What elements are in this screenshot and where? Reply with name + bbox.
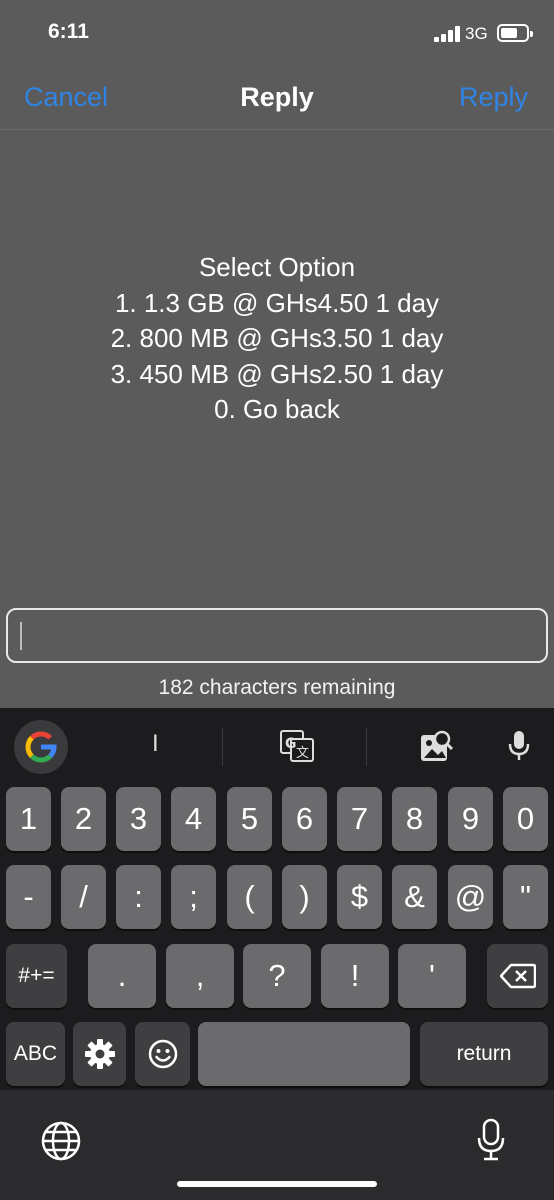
- key-6[interactable]: 6: [282, 787, 327, 851]
- translate-button[interactable]: G 文: [280, 730, 314, 767]
- mic-icon: [508, 731, 530, 760]
- key-dollar[interactable]: $: [337, 865, 382, 929]
- mic-icon: [477, 1118, 505, 1161]
- message-line: 3. 450 MB @ GHs2.50 1 day: [110, 358, 444, 389]
- key-period[interactable]: .: [88, 944, 156, 1008]
- toolbar-divider: [222, 728, 223, 766]
- status-time: 6:11: [48, 20, 89, 43]
- google-button[interactable]: [14, 720, 68, 774]
- translate-icon: G 文: [280, 730, 314, 762]
- key-semicolon[interactable]: ;: [171, 865, 216, 929]
- key-at[interactable]: @: [448, 865, 493, 929]
- signal-icon: [434, 26, 460, 42]
- message-line: 1. 1.3 GB @ GHs4.50 1 day: [114, 287, 440, 318]
- key-apostrophe[interactable]: ': [398, 944, 466, 1008]
- key-0[interactable]: 0: [503, 787, 548, 851]
- key-8[interactable]: 8: [392, 787, 437, 851]
- key-exclamation[interactable]: !: [321, 944, 389, 1008]
- key-question[interactable]: ?: [243, 944, 311, 1008]
- key-comma[interactable]: ,: [166, 944, 234, 1008]
- key-5[interactable]: 5: [227, 787, 272, 851]
- dictation-button[interactable]: [476, 1118, 506, 1167]
- key-open-paren[interactable]: (: [227, 865, 272, 929]
- globe-button[interactable]: [40, 1120, 82, 1167]
- key-close-paren[interactable]: ): [282, 865, 327, 929]
- space-key[interactable]: [198, 1022, 410, 1086]
- globe-icon: [41, 1121, 81, 1161]
- key-hyphen[interactable]: -: [6, 865, 51, 929]
- message-line: Select Option: [198, 252, 356, 282]
- message-line: 0. Go back: [214, 394, 340, 424]
- svg-text:G: G: [285, 736, 297, 752]
- google-icon: [25, 731, 57, 763]
- key-ampersand[interactable]: &: [392, 865, 437, 929]
- svg-text:文: 文: [296, 746, 309, 761]
- gear-icon: [84, 1039, 115, 1069]
- home-indicator[interactable]: [177, 1181, 377, 1187]
- abc-key[interactable]: ABC: [6, 1022, 65, 1086]
- key-4[interactable]: 4: [171, 787, 216, 851]
- key-slash[interactable]: /: [61, 865, 106, 929]
- text-caret: [20, 622, 22, 650]
- emoji-icon: [148, 1039, 177, 1069]
- return-key[interactable]: return: [420, 1022, 548, 1086]
- voice-input-button[interactable]: [508, 730, 530, 767]
- emoji-key[interactable]: [135, 1022, 190, 1086]
- backspace-icon: [499, 963, 536, 989]
- nav-bar: Reply Cancel Reply: [0, 66, 554, 130]
- key-colon[interactable]: :: [116, 865, 161, 929]
- reply-input[interactable]: [6, 608, 548, 663]
- symbols-key[interactable]: #+=: [6, 944, 67, 1008]
- backspace-key[interactable]: [487, 944, 548, 1008]
- image-search-icon: [421, 730, 454, 761]
- image-search-button[interactable]: [420, 730, 454, 767]
- toolbar-divider: [366, 728, 367, 766]
- battery-icon: [497, 24, 533, 42]
- cancel-button[interactable]: Cancel: [24, 82, 108, 113]
- network-type: 3G: [465, 24, 488, 43]
- key-3[interactable]: 3: [116, 787, 161, 851]
- characters-remaining: 182 characters remaining: [158, 676, 396, 699]
- reply-button[interactable]: Reply: [459, 82, 528, 113]
- key-7[interactable]: 7: [337, 787, 382, 851]
- key-2[interactable]: 2: [61, 787, 106, 851]
- key-9[interactable]: 9: [448, 787, 493, 851]
- suggestion-word[interactable]: I: [152, 730, 159, 758]
- key-quote[interactable]: ": [503, 865, 548, 929]
- status-bar: 6:11 3G: [0, 0, 554, 66]
- keyboard-toolbar: I G 文: [0, 708, 554, 780]
- settings-key[interactable]: [73, 1022, 126, 1086]
- message-line: 2. 800 MB @ GHs3.50 1 day: [110, 323, 444, 353]
- ussd-message: Select Option 1. 1.3 GB @ GHs4.50 1 day …: [0, 250, 554, 428]
- key-1[interactable]: 1: [6, 787, 51, 851]
